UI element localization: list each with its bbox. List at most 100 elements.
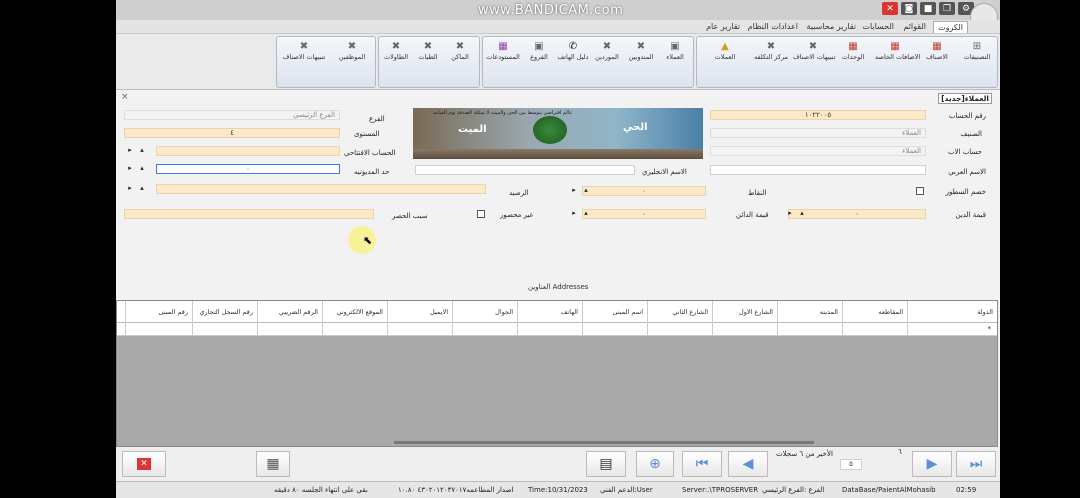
- col-email[interactable]: الايميل: [387, 301, 452, 323]
- ribbon-item-items[interactable]: ▦ الاصناف: [917, 41, 957, 69]
- col-city[interactable]: المدينه: [777, 301, 842, 323]
- add-button[interactable]: ⊕: [636, 451, 674, 477]
- ribbon-item-phone-book[interactable]: ✆ دليل الهاتف: [553, 41, 593, 69]
- credit-limit-field[interactable]: ٠: [156, 164, 340, 174]
- col-street-1[interactable]: الشارع الاول: [712, 301, 777, 323]
- ribbon-item-categories[interactable]: ⊞ التصنيفات: [957, 41, 997, 69]
- next-record-button[interactable]: ▶: [912, 451, 952, 477]
- close-icon[interactable]: ×: [121, 92, 129, 102]
- cubes-icon: ▦: [932, 41, 942, 52]
- account-no-field[interactable]: ١٠٢٢٠٠٥: [710, 110, 926, 120]
- watermark: www.BANDICAM.com: [478, 3, 624, 18]
- ribbon-item-delegates[interactable]: ✖ المندوبين: [621, 41, 661, 69]
- col-building-name[interactable]: اسم المبنى: [582, 301, 647, 323]
- ribbon-item-branches[interactable]: ▣ الفروع: [519, 41, 559, 69]
- opening-account-field[interactable]: [156, 146, 340, 156]
- col-building-number[interactable]: رقم المبنى: [125, 301, 192, 323]
- debt-value-spinner[interactable]: ▸ ▴: [784, 209, 824, 219]
- col-commercial-register[interactable]: رقم السجل التجاري: [192, 301, 257, 323]
- spin-right-icon[interactable]: ▸: [124, 146, 136, 155]
- ribbon-item-currencies[interactable]: ▲ العملات: [705, 41, 745, 69]
- deduct-lines-checkbox[interactable]: [916, 187, 924, 195]
- tab-lists[interactable]: القوائم: [899, 21, 930, 33]
- credit-value-spinner[interactable]: ▸ ▴: [568, 209, 608, 219]
- col-website[interactable]: الموقع الالكتروني: [322, 301, 387, 323]
- ribbon-item-customers[interactable]: ▣ العملاء: [655, 41, 695, 69]
- building-icon: ▣: [670, 41, 680, 52]
- arabic-name-field[interactable]: [710, 165, 926, 175]
- col-province[interactable]: المقاطعه: [842, 301, 907, 323]
- block-reason-field[interactable]: [124, 209, 374, 219]
- spin-up-icon[interactable]: ▴: [136, 164, 148, 173]
- parent-account-select[interactable]: العملاء: [710, 146, 926, 156]
- tools-icon: ✖: [766, 41, 776, 52]
- balance-field[interactable]: [156, 184, 486, 194]
- spin-right-icon[interactable]: ▸: [124, 164, 136, 173]
- category-select[interactable]: العملاء: [710, 128, 926, 138]
- ribbon-item-item-alerts-2[interactable]: ✖ تنبيهات الاصناف: [279, 41, 329, 69]
- ribbon-item-warehouses[interactable]: ▦ المستودعات: [483, 41, 523, 69]
- windows-icon[interactable]: ❐: [939, 2, 955, 15]
- sitemap-icon: ⊞: [972, 41, 982, 52]
- balance-spinner[interactable]: ▸ ▴: [124, 184, 164, 194]
- col-phone[interactable]: الهاتف: [517, 301, 582, 323]
- english-name-field[interactable]: [415, 165, 635, 175]
- ribbon-item-employees[interactable]: ✖ الموظفين: [331, 41, 373, 69]
- spin-up-icon[interactable]: ▴: [136, 184, 148, 193]
- delete-button[interactable]: ✕: [122, 451, 166, 477]
- tab-system-settings[interactable]: اعدادات النظام: [744, 21, 802, 33]
- spin-up-icon[interactable]: ▴: [580, 209, 592, 218]
- block-reason-label: سبب الحصر: [392, 212, 428, 220]
- camera-icon[interactable]: ◙: [901, 2, 917, 15]
- delete-grid-button[interactable]: ▦: [256, 451, 290, 477]
- table-row[interactable]: *: [117, 323, 997, 336]
- horizontal-scrollbar[interactable]: [394, 441, 814, 444]
- tab-cards[interactable]: الكروت: [933, 21, 968, 33]
- spin-right-icon[interactable]: ▸: [784, 209, 796, 218]
- ribbon-item-places[interactable]: ✖ الماكن: [443, 41, 477, 69]
- ribbon-item-special-additions[interactable]: ▦ الاضافات الخاصه: [875, 41, 920, 69]
- tools-icon: ✖: [423, 41, 433, 52]
- spin-right-icon[interactable]: ▸: [568, 186, 580, 195]
- ribbon: ⊞ التصنيفات ▦ الاصناف ▦ الاضافات الخاصه ▦ ال…: [116, 34, 1000, 90]
- col-tax-number[interactable]: الرقم الضريبي: [257, 301, 322, 323]
- ribbon-item-orders[interactable]: ✖ الطبات: [411, 41, 445, 69]
- level-field[interactable]: ٤: [124, 128, 340, 138]
- spin-right-icon[interactable]: ▸: [568, 209, 580, 218]
- ribbon-item-tables[interactable]: ✖ الطاولات: [379, 41, 413, 69]
- spin-up-icon[interactable]: ▴: [136, 146, 148, 155]
- spin-right-icon[interactable]: ▸: [124, 184, 136, 193]
- ribbon-item-item-alerts[interactable]: ✖ تنبيهات الاصناف: [793, 41, 836, 69]
- tools-icon: ✖: [391, 41, 401, 52]
- record-number-field[interactable]: ٥: [840, 459, 862, 470]
- cubes-icon: ▦: [848, 41, 858, 52]
- branch-select[interactable]: الفرع الرئيسي: [124, 110, 340, 120]
- not-blocked-checkbox[interactable]: [477, 210, 485, 218]
- save-button[interactable]: ▤: [586, 451, 626, 477]
- previous-icon: ◀: [742, 456, 754, 472]
- tab-accounting-reports[interactable]: تقارير محاسبية: [803, 21, 860, 33]
- col-street-2[interactable]: الشارع الثاني: [647, 301, 712, 323]
- tab-general-reports[interactable]: تقارير عام: [702, 21, 744, 33]
- ribbon-item-suppliers[interactable]: ✖ الموردين: [587, 41, 627, 69]
- user-text: الدعم الفني:User: [600, 486, 653, 494]
- credit-limit-spinner[interactable]: ▸ ▴: [124, 164, 164, 174]
- close-icon[interactable]: ✕: [882, 2, 898, 15]
- spin-up-icon[interactable]: ▴: [580, 186, 592, 195]
- ribbon-item-units[interactable]: ▦ الوحدات: [833, 41, 873, 69]
- ribbon-item-cost-center[interactable]: ✖ مركز التكلفه: [751, 41, 791, 69]
- col-country[interactable]: الدولة: [907, 301, 997, 323]
- ribbon-group-3: ✖ الماكن ✖ الطبات ✖ الطاولات: [378, 36, 480, 88]
- banner-image: عالم افتراضي يتوسط بين الحي والميت لا تم…: [413, 108, 703, 159]
- col-mobile[interactable]: الجوال: [452, 301, 517, 323]
- spin-up-icon[interactable]: ▴: [796, 209, 808, 218]
- first-record-button[interactable]: ⏮: [682, 451, 722, 477]
- tab-accounts[interactable]: الحسابات: [858, 21, 898, 33]
- warehouse-icon: ▦: [498, 41, 508, 52]
- previous-record-button[interactable]: ◀: [728, 451, 768, 477]
- video-icon[interactable]: ■: [920, 2, 936, 15]
- save-icon: ▤: [599, 456, 613, 472]
- opening-account-spinner[interactable]: ▸ ▴: [124, 146, 164, 156]
- last-record-button[interactable]: ⏭: [956, 451, 996, 477]
- points-spinner[interactable]: ▸ ▴: [568, 186, 608, 196]
